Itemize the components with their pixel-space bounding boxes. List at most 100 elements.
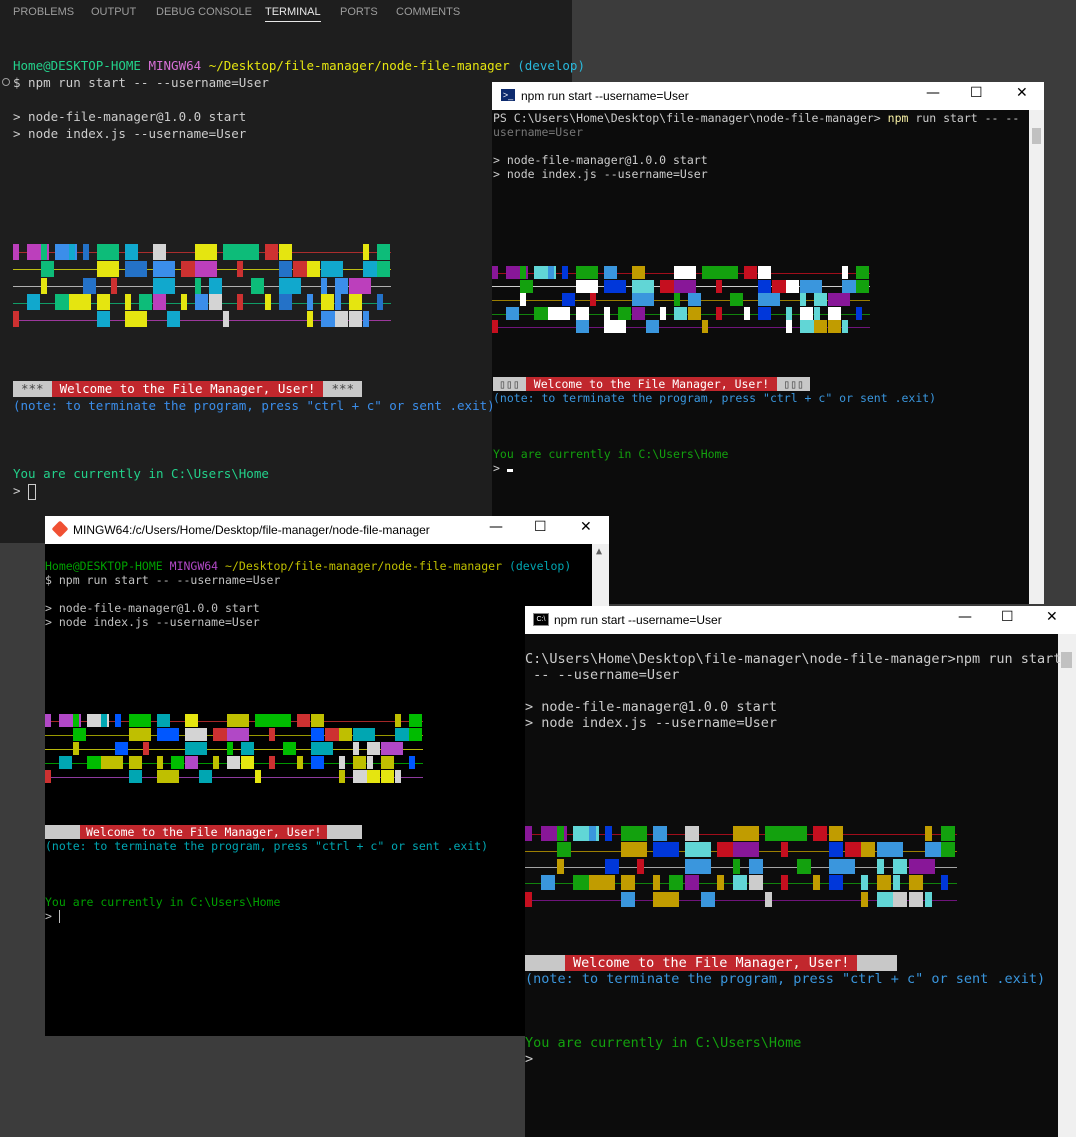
- banner-block: [589, 826, 596, 841]
- tab-terminal[interactable]: TERMINAL: [265, 6, 321, 22]
- banner-block: [409, 756, 415, 769]
- mingw-titlebar[interactable]: MINGW64:/c/Users/Home/Desktop/file-manag…: [45, 516, 609, 544]
- welcome-text: Welcome to the File Manager, User!: [51, 381, 324, 397]
- banner-block: [674, 280, 696, 293]
- banner-block: [492, 320, 498, 333]
- banner-block: [185, 728, 207, 741]
- banner-block: [701, 892, 715, 907]
- prompt-path: ~/Desktop/file-manager/node-file-manager: [225, 559, 502, 573]
- input-prompt[interactable]: >: [493, 461, 513, 475]
- note-line: (note: to terminate the program, press "…: [525, 971, 1046, 987]
- close-button[interactable]: ✕: [1046, 609, 1058, 625]
- banner-block: [41, 261, 54, 277]
- banner-block: [241, 742, 254, 755]
- input-prompt[interactable]: >: [525, 1051, 533, 1067]
- maximize-button[interactable]: ☐: [534, 519, 547, 535]
- banner-block: [576, 280, 598, 293]
- note-line: (note: to terminate the program, press "…: [13, 398, 495, 413]
- close-button[interactable]: ✕: [1016, 85, 1028, 101]
- banner-block: [786, 320, 792, 333]
- banner-block: [349, 311, 362, 327]
- banner-block: [786, 280, 799, 293]
- tab-problems[interactable]: PROBLEMS: [13, 6, 74, 18]
- banner-block: [669, 875, 683, 890]
- banner-block: [925, 892, 932, 907]
- welcome-left-deco: [45, 825, 80, 839]
- welcome-left-deco: ▯▯▯: [493, 377, 526, 391]
- tab-output[interactable]: OUTPUT: [91, 6, 136, 18]
- banner-block: [241, 756, 254, 769]
- maximize-button[interactable]: ☐: [1001, 609, 1014, 625]
- tab-comments[interactable]: COMMENTS: [396, 6, 460, 18]
- banner-block: [41, 244, 47, 260]
- banner-block: [195, 278, 201, 294]
- banner-block: [621, 875, 635, 890]
- banner-block: [395, 714, 401, 727]
- tab-ports[interactable]: PORTS: [340, 6, 378, 18]
- scrollbar-thumb[interactable]: [1032, 128, 1041, 144]
- tab-debug-console[interactable]: DEBUG CONSOLE: [156, 6, 252, 18]
- banner-block: [353, 742, 359, 755]
- cmd-titlebar[interactable]: C:\ npm run start --username=User — ☐ ✕: [525, 606, 1076, 634]
- bash-prompt: Home@DESKTOP-HOME MINGW64 ~/Desktop/file…: [45, 559, 571, 573]
- banner-block: [717, 875, 724, 890]
- banner-block: [749, 875, 763, 890]
- welcome-message: Welcome to the File Manager, User!: [525, 955, 898, 971]
- banner-block: [69, 244, 75, 260]
- scrollbar-thumb[interactable]: [1061, 652, 1072, 668]
- banner-block: [381, 756, 394, 769]
- banner-block: [925, 826, 932, 841]
- powershell-titlebar[interactable]: >_ npm run start --username=User — ☐ ✕: [492, 82, 1044, 110]
- current-dir-line: You are currently in C:\Users\Home: [493, 447, 729, 461]
- banner-block: [688, 293, 701, 306]
- banner-block: [363, 244, 369, 260]
- banner-block: [674, 266, 696, 279]
- banner-block: [311, 756, 324, 769]
- banner-block: [69, 294, 91, 310]
- banner-block: [829, 875, 843, 890]
- banner-block: [653, 826, 667, 841]
- banner-block: [674, 307, 687, 320]
- window-title: npm run start --username=User: [554, 613, 722, 627]
- banner-block: [604, 307, 610, 320]
- prompt-branch: (develop): [517, 58, 585, 73]
- banner-block: [45, 714, 51, 727]
- banner-block: [685, 842, 711, 857]
- maximize-button[interactable]: ☐: [970, 85, 983, 101]
- command-decoration-icon[interactable]: [2, 78, 10, 86]
- banner-block: [829, 826, 843, 841]
- input-prompt[interactable]: >: [13, 482, 37, 500]
- banner-block: [115, 742, 128, 755]
- banner-block: [279, 244, 292, 260]
- banner-block: [321, 278, 327, 294]
- input-prompt[interactable]: >: [45, 909, 60, 923]
- banner-block: [814, 307, 820, 320]
- vertical-scrollbar[interactable]: [1058, 634, 1076, 1137]
- banner-block: [829, 859, 855, 874]
- banner-block: [520, 266, 526, 279]
- banner-block: [237, 261, 243, 277]
- banner-block: [814, 280, 820, 293]
- banner-block: [321, 294, 334, 310]
- banner-block: [621, 892, 635, 907]
- scroll-up-icon[interactable]: ▲: [596, 546, 602, 557]
- prompt-caret: >: [13, 483, 21, 498]
- banner-block: [909, 875, 923, 890]
- banner-block: [781, 842, 788, 857]
- banner-block: [153, 294, 166, 310]
- prompt-caret: >: [45, 909, 52, 923]
- banner-block: [157, 770, 179, 783]
- minimize-button[interactable]: —: [958, 609, 972, 625]
- minimize-button[interactable]: —: [489, 519, 503, 535]
- banner-block: [335, 294, 341, 310]
- vertical-scrollbar[interactable]: ▲: [592, 544, 609, 606]
- ps-cmd-npm: npm: [887, 111, 909, 125]
- banner-block: [856, 307, 862, 320]
- vertical-scrollbar[interactable]: [1029, 110, 1044, 604]
- banner-block: [27, 294, 40, 310]
- output-line-1: > node-file-manager@1.0.0 start: [525, 699, 777, 715]
- minimize-button[interactable]: —: [926, 85, 940, 101]
- banner-block: [339, 728, 352, 741]
- welcome-text: Welcome to the File Manager, User!: [565, 955, 858, 971]
- close-button[interactable]: ✕: [580, 519, 592, 535]
